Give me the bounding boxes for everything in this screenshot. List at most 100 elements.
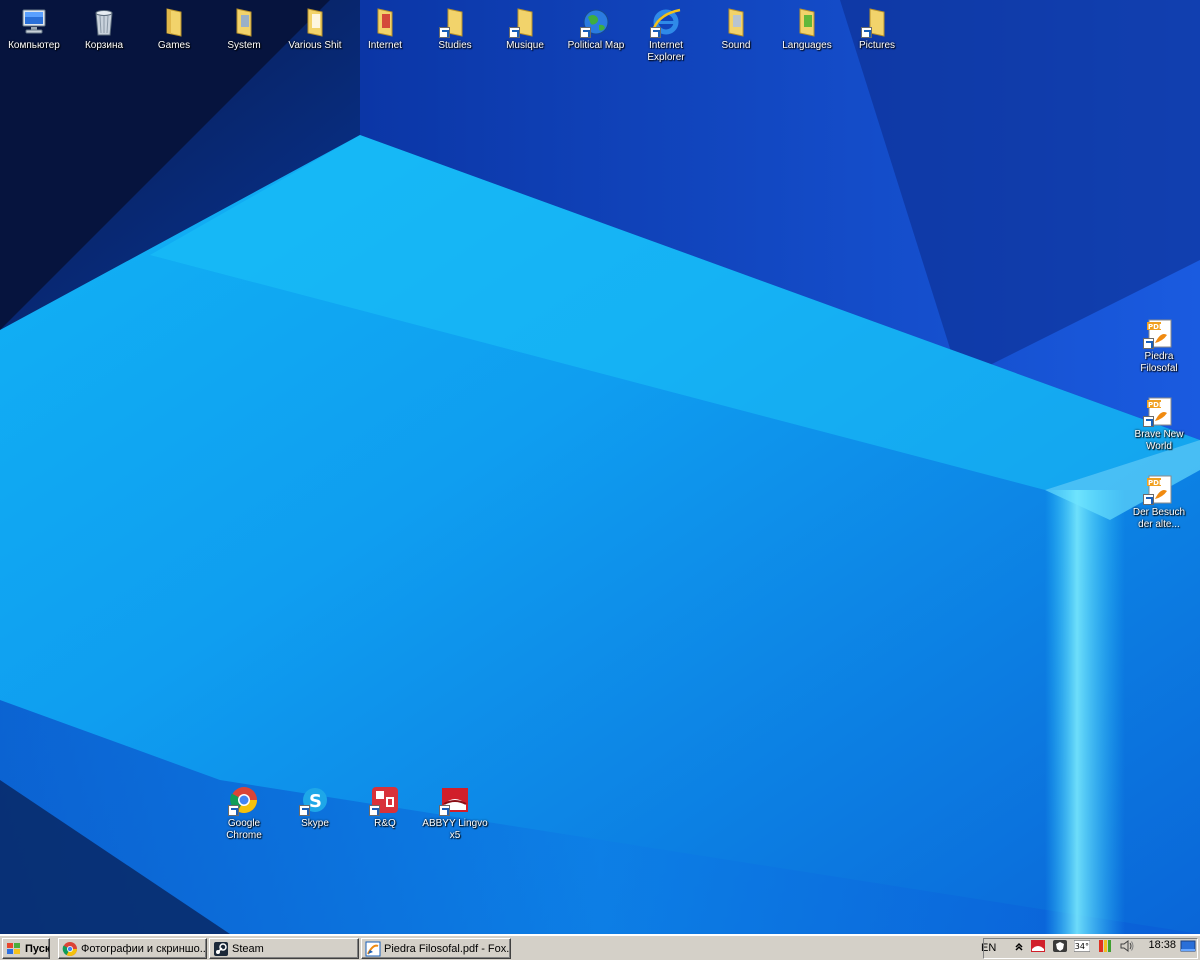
start-label: Пуск xyxy=(25,942,50,955)
task-label: Фотографии и скриншо... xyxy=(81,942,207,955)
task-label: Steam xyxy=(232,942,264,955)
start-button[interactable]: Пуск xyxy=(2,938,50,959)
desktop-icon-der-besuch[interactable]: PDF Der Besuch der alte... xyxy=(1124,469,1194,539)
pdf-icon: PDF xyxy=(1143,395,1175,427)
show-hidden-icons-icon[interactable] xyxy=(1011,938,1027,954)
shortcut-arrow-icon xyxy=(1143,416,1154,427)
desktop-icon-various[interactable]: Various Shit xyxy=(280,2,350,72)
desktop-icon-political-map[interactable]: Political Map xyxy=(561,2,631,72)
globe-icon xyxy=(580,6,612,38)
shortcut-arrow-icon xyxy=(650,27,661,38)
chrome-icon xyxy=(62,941,78,957)
desktop-icon-label: Musique xyxy=(506,40,544,51)
folder-icon xyxy=(158,6,190,38)
shortcut-arrow-icon xyxy=(509,27,520,38)
desktop-icon-label: Internet Explorer xyxy=(647,40,685,63)
internet-explorer-icon xyxy=(650,6,682,38)
svg-text:PDF: PDF xyxy=(1148,479,1164,487)
desktop-icon-label: ABBYY Lingvo x5 xyxy=(422,818,488,841)
desktop-icon-label: Компьютер xyxy=(8,40,60,51)
desktop[interactable]: Компьютер Корзина Games System Various S… xyxy=(0,0,1200,934)
abbyy-lingvo-icon xyxy=(439,784,471,816)
folder-icon xyxy=(861,6,893,38)
desktop-icon-musique[interactable]: Musique xyxy=(490,2,560,72)
security-shield-icon[interactable] xyxy=(1052,938,1068,954)
desktop-icon-label: Piedra Filosofal xyxy=(1140,351,1178,374)
desktop-icon-label: Internet xyxy=(368,40,402,51)
shortcut-arrow-icon xyxy=(580,27,591,38)
folder-icon xyxy=(299,6,331,38)
shortcut-arrow-icon xyxy=(1143,494,1154,505)
chrome-icon xyxy=(228,784,260,816)
temperature-icon[interactable]: 34° xyxy=(1074,938,1094,954)
desktop-icon-label: Der Besuch der alte... xyxy=(1132,507,1186,530)
desktop-icon-label: Pictures xyxy=(858,40,896,51)
recycle-bin-icon xyxy=(88,6,120,38)
desktop-icon-sound[interactable]: Sound xyxy=(701,2,771,72)
task-button-steam[interactable]: Steam xyxy=(209,938,359,959)
svg-text:S: S xyxy=(309,791,322,812)
desktop-icon-label: Games xyxy=(157,40,191,51)
shortcut-arrow-icon xyxy=(299,805,310,816)
svg-text:PDF: PDF xyxy=(1148,323,1164,331)
desktop-icon-pictures[interactable]: Pictures xyxy=(842,2,912,72)
desktop-icon-skype[interactable]: S Skype xyxy=(280,780,350,850)
desktop-icon-label: Various Shit xyxy=(288,40,342,51)
shortcut-arrow-icon xyxy=(228,805,239,816)
desktop-icon-studies[interactable]: Studies xyxy=(420,2,490,72)
desktop-icon-computer[interactable]: Компьютер xyxy=(0,2,69,72)
skype-icon: S xyxy=(299,784,331,816)
desktop-icon-label: Sound xyxy=(721,40,751,51)
desktop-icon-label: Brave New World xyxy=(1134,429,1184,452)
clock[interactable]: 18:38 xyxy=(1148,939,1176,951)
shortcut-arrow-icon xyxy=(369,805,380,816)
foxit-icon xyxy=(365,941,381,957)
task-label: Piedra Filosofal.pdf - Fox... xyxy=(384,942,511,955)
desktop-icon-label: Studies xyxy=(438,40,472,51)
task-button-foxit[interactable]: Piedra Filosofal.pdf - Fox... xyxy=(361,938,511,959)
temperature-value: 34° xyxy=(1075,942,1089,951)
desktop-icon-games[interactable]: Games xyxy=(139,2,209,72)
folder-icon xyxy=(509,6,541,38)
desktop-icon-label: R&Q xyxy=(374,818,396,829)
shortcut-arrow-icon xyxy=(439,27,450,38)
folder-icon xyxy=(791,6,823,38)
rq-icon xyxy=(369,784,401,816)
windows-flag-icon xyxy=(6,941,22,957)
desktop-icon-label: System xyxy=(227,40,261,51)
pdf-icon: PDF xyxy=(1143,317,1175,349)
desktop-icon-recycle-bin[interactable]: Корзина xyxy=(69,2,139,72)
task-button-chrome[interactable]: Фотографии и скриншо... xyxy=(58,938,207,959)
desktop-icon-label: Skype xyxy=(301,818,329,829)
desktop-icon-internet-explorer[interactable]: Internet Explorer xyxy=(631,2,701,72)
desktop-icon-system[interactable]: System xyxy=(209,2,279,72)
app-grid-icon[interactable] xyxy=(1097,938,1113,954)
folder-icon xyxy=(720,6,752,38)
svg-text:PDF: PDF xyxy=(1148,401,1164,409)
desktop-icon-label: Languages xyxy=(782,40,832,51)
wallpaper xyxy=(0,0,1200,934)
desktop-icon-internet[interactable]: Internet xyxy=(350,2,420,72)
desktop-icon-abbyy-lingvo[interactable]: ABBYY Lingvo x5 xyxy=(420,780,490,850)
pdf-icon: PDF xyxy=(1143,473,1175,505)
desktop-icon-piedra-filosofal[interactable]: PDF Piedra Filosofal xyxy=(1124,313,1194,383)
taskbar: Пуск Фотографии и скриншо... Steam Piedr… xyxy=(0,934,1200,960)
show-desktop-icon[interactable] xyxy=(1180,938,1196,954)
shortcut-arrow-icon xyxy=(439,805,450,816)
desktop-icon-label: Political Map xyxy=(567,40,625,51)
desktop-icon-brave-new-world[interactable]: PDF Brave New World xyxy=(1124,391,1194,461)
shortcut-arrow-icon xyxy=(1143,338,1154,349)
desktop-icon-languages[interactable]: Languages xyxy=(772,2,842,72)
shortcut-arrow-icon xyxy=(861,27,872,38)
desktop-icon-rq[interactable]: R&Q xyxy=(350,780,420,850)
folder-icon xyxy=(369,6,401,38)
desktop-icon-label: Google Chrome xyxy=(226,818,262,841)
folder-icon xyxy=(439,6,471,38)
desktop-icon-google-chrome[interactable]: Google Chrome xyxy=(209,780,279,850)
folder-icon xyxy=(228,6,260,38)
desktop-icon-label: Корзина xyxy=(84,40,124,51)
volume-icon[interactable] xyxy=(1119,938,1135,954)
steam-icon xyxy=(213,941,229,957)
computer-icon xyxy=(18,6,50,38)
abbyy-tray-icon[interactable] xyxy=(1030,938,1046,954)
